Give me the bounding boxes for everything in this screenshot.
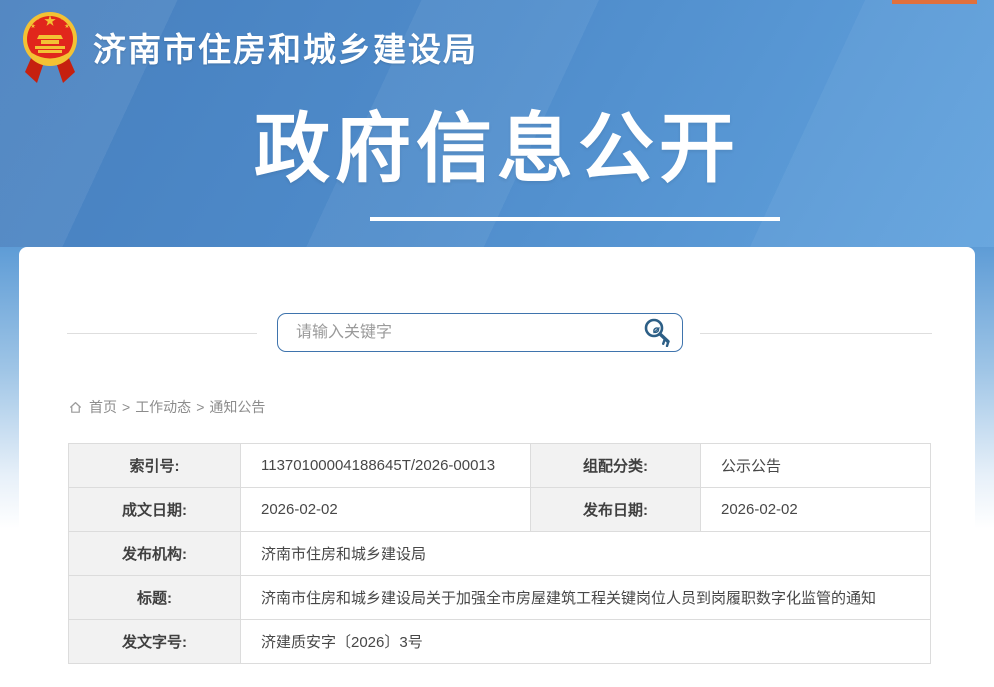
- site-name: 济南市住房和城乡建设局: [93, 23, 478, 71]
- page-title: 政府信息公开: [0, 108, 994, 192]
- index-number-label: 索引号:: [69, 444, 241, 488]
- publisher-label: 发布机构:: [69, 532, 241, 576]
- content-card: 首页 > 工作动态 > 通知公告 索引号: 11370100004188645T…: [19, 247, 975, 687]
- category-label: 组配分类:: [531, 444, 701, 488]
- site-banner: 济南市住房和城乡建设局 政府信息公开: [0, 0, 994, 247]
- home-icon: [68, 400, 83, 415]
- search-divider-left: [67, 333, 257, 334]
- table-row: 发文字号: 济建质安字〔2026〕3号: [69, 620, 931, 664]
- index-number-value: 11370100004188645T/2026-00013: [241, 444, 531, 488]
- table-row: 发布机构: 济南市住房和城乡建设局: [69, 532, 931, 576]
- doc-number-label: 发文字号:: [69, 620, 241, 664]
- doc-number-value: 济建质安字〔2026〕3号: [241, 620, 931, 664]
- breadcrumb: 首页 > 工作动态 > 通知公告: [68, 397, 265, 417]
- written-date-value: 2026-02-02: [241, 488, 531, 532]
- publish-date-label: 发布日期:: [531, 488, 701, 532]
- breadcrumb-separator: >: [196, 399, 204, 415]
- national-emblem-icon: [22, 8, 78, 86]
- title-underline: [370, 217, 780, 221]
- table-row: 成文日期: 2026-02-02 发布日期: 2026-02-02: [69, 488, 931, 532]
- search-button[interactable]: [641, 317, 677, 348]
- search-box: [277, 313, 683, 352]
- breadcrumb-worknews-link[interactable]: 工作动态: [135, 397, 191, 417]
- site-logo[interactable]: 济南市住房和城乡建设局: [22, 8, 478, 86]
- page: 济南市住房和城乡建设局 政府信息公开: [0, 0, 994, 687]
- category-value: 公示公告: [701, 444, 931, 488]
- search-divider-right: [700, 333, 932, 334]
- table-row: 索引号: 11370100004188645T/2026-00013 组配分类:…: [69, 444, 931, 488]
- magnifier-key-icon: [642, 317, 676, 347]
- breadcrumb-home-link[interactable]: 首页: [89, 397, 117, 417]
- title-label: 标题:: [69, 576, 241, 620]
- title-value: 济南市住房和城乡建设局关于加强全市房屋建筑工程关键岗位人员到岗履职数字化监管的通…: [241, 576, 931, 620]
- document-info-table: 索引号: 11370100004188645T/2026-00013 组配分类:…: [68, 443, 931, 664]
- publisher-value: 济南市住房和城乡建设局: [241, 532, 931, 576]
- top-right-orange-strip: [892, 0, 977, 4]
- breadcrumb-separator: >: [122, 399, 130, 415]
- search-input[interactable]: [277, 313, 683, 352]
- publish-date-value: 2026-02-02: [701, 488, 931, 532]
- written-date-label: 成文日期:: [69, 488, 241, 532]
- breadcrumb-notices-link[interactable]: 通知公告: [209, 397, 265, 417]
- table-row: 标题: 济南市住房和城乡建设局关于加强全市房屋建筑工程关键岗位人员到岗履职数字化…: [69, 576, 931, 620]
